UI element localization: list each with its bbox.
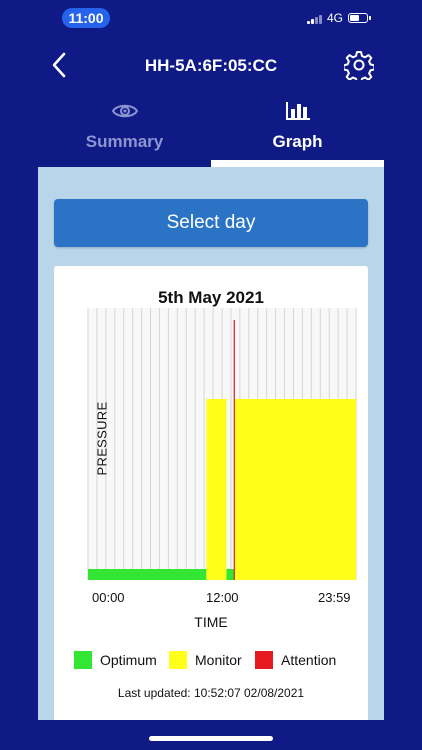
tab-graph[interactable]: Graph [211, 92, 384, 167]
gear-icon [342, 51, 376, 84]
y-axis-label: PRESSURE [94, 401, 110, 476]
select-day-button[interactable]: Select day [54, 199, 368, 247]
settings-button[interactable] [342, 50, 376, 84]
legend-label-attention: Attention [281, 652, 337, 668]
battery-icon [348, 13, 371, 23]
legend-label-monitor: Monitor [195, 652, 242, 668]
x-axis-label: TIME [194, 614, 228, 630]
device-title: HH-5A:6F:05:CC [144, 56, 278, 75]
x-tick-mid: 12:00 [206, 590, 239, 605]
active-tab-indicator [211, 160, 384, 167]
segment-optimum-0 [88, 569, 207, 580]
legend-swatch-attention [255, 651, 273, 669]
app-header: HH-5A:6F:05:CC Summary Graph [38, 40, 384, 167]
x-tick-end: 23:59 [318, 590, 351, 605]
home-indicator[interactable] [149, 736, 273, 741]
chart-legend: Optimum Monitor Attention [74, 650, 364, 672]
last-updated-text: Last updated: 10:52:07 02/08/2021 [117, 686, 305, 700]
app-screen: HH-5A:6F:05:CC Summary Graph Select day … [38, 40, 384, 720]
eye-icon [111, 104, 138, 118]
signal-icon [307, 14, 323, 24]
segment-monitor-1 [206, 399, 227, 580]
tab-summary[interactable]: Summary [38, 92, 211, 167]
tab-summary-label: Summary [85, 132, 164, 151]
tab-graph-label: Graph [272, 132, 323, 151]
segment-monitor-3 [234, 399, 356, 580]
legend-label-optimum: Optimum [100, 652, 157, 668]
status-bar: 11:00 4G [0, 0, 422, 36]
chart-card: 5th May 2021 PRESSURE 00:00 12:00 23:59 … [54, 266, 368, 720]
legend-swatch-monitor [169, 651, 187, 669]
bar-chart-icon [285, 102, 310, 120]
network-type: 4G [327, 11, 344, 25]
segment-optimum-2 [226, 569, 235, 580]
x-tick-start: 00:00 [92, 590, 125, 605]
status-time: 11:00 [62, 8, 110, 28]
legend-swatch-optimum [74, 651, 92, 669]
